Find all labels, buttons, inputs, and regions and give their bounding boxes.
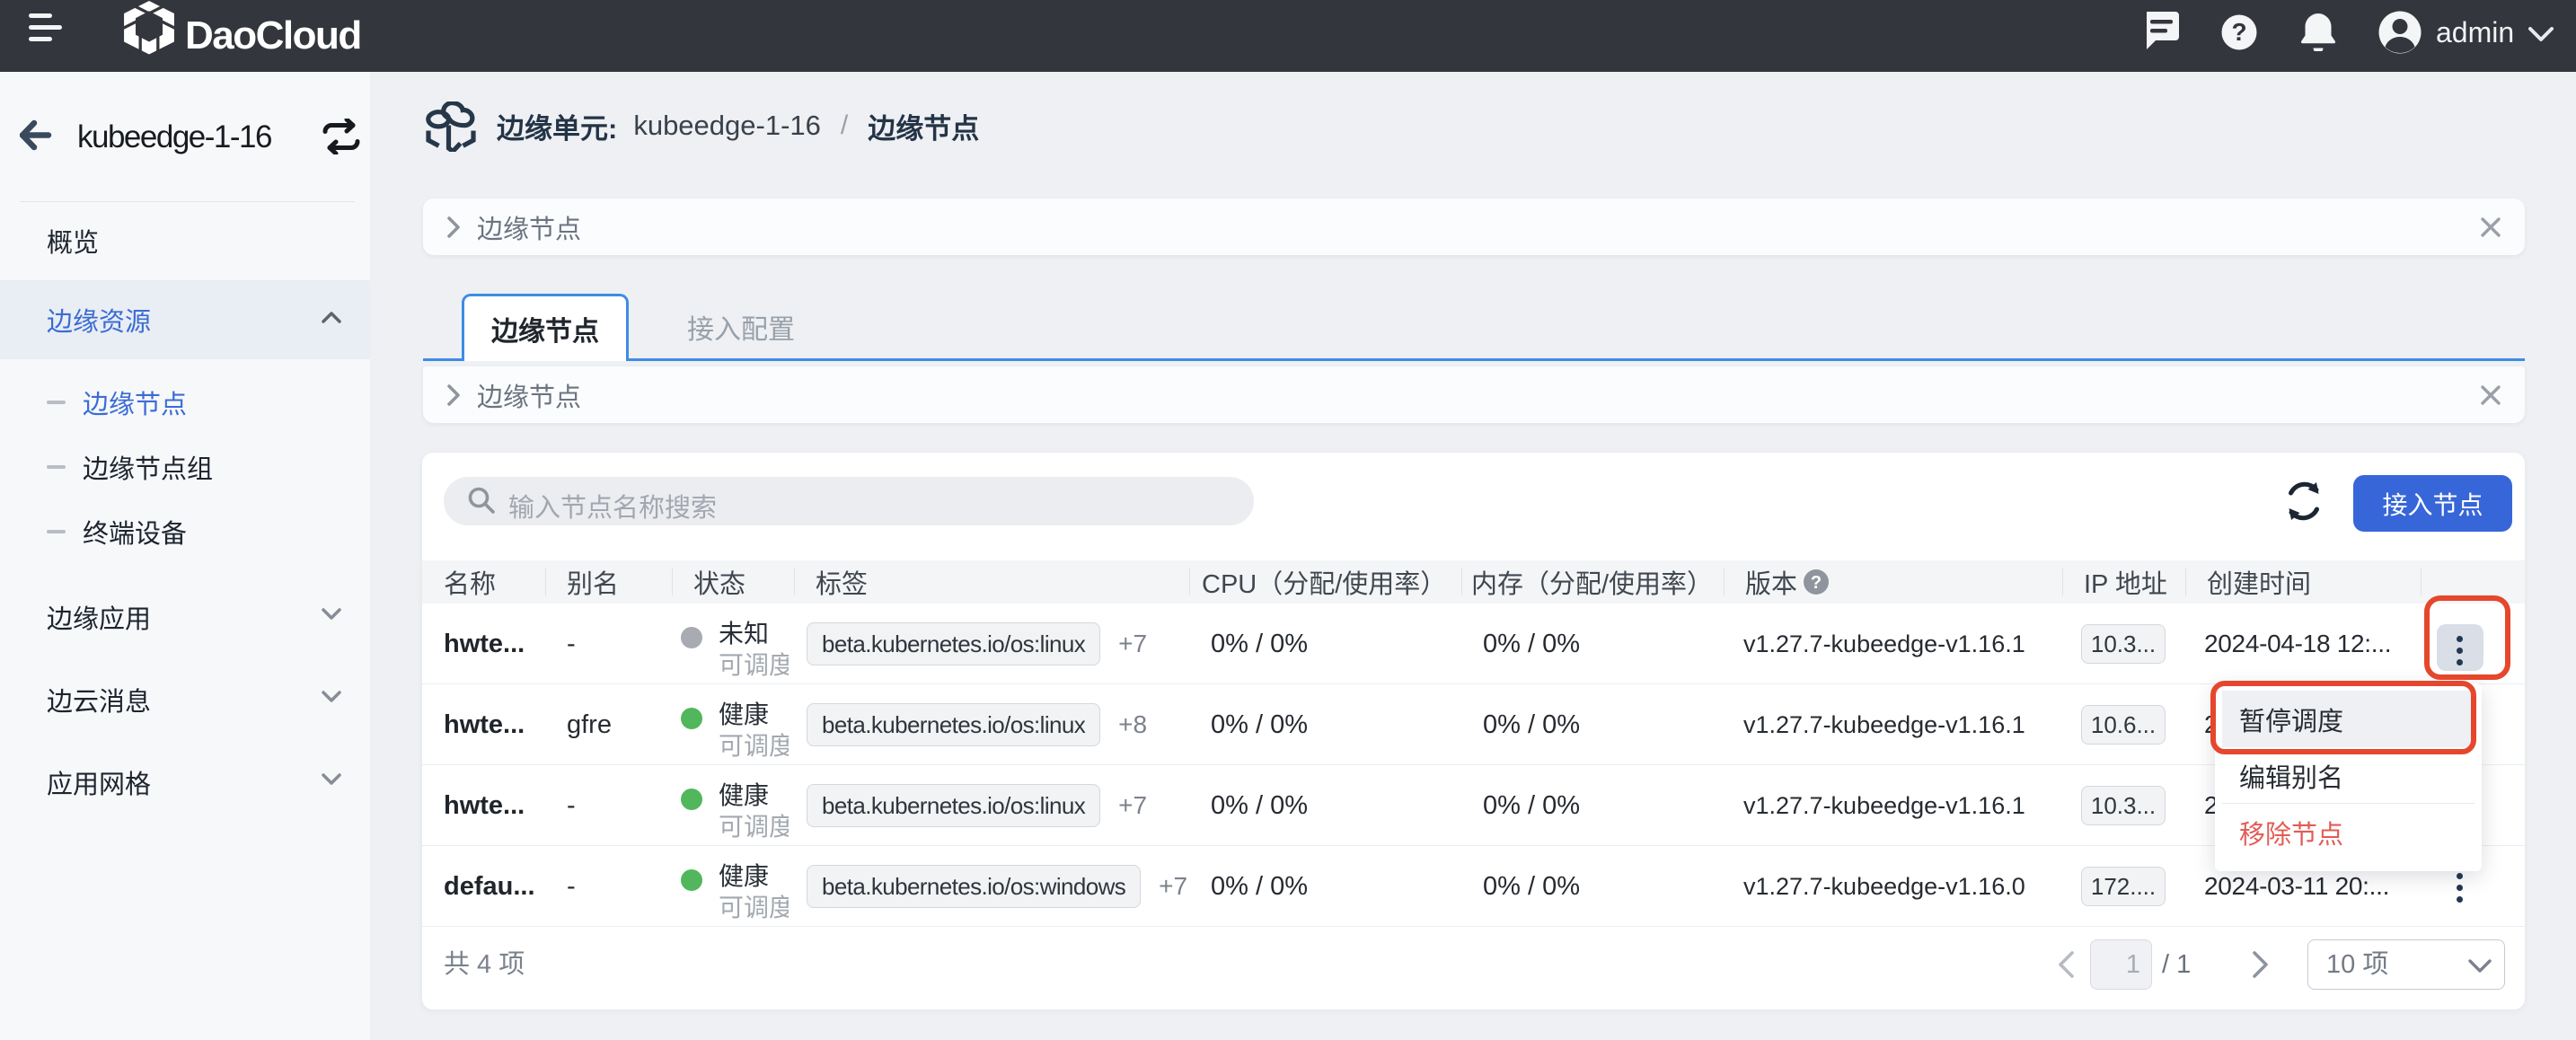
svg-text:?: ? [2231,18,2246,46]
svg-text:?: ? [1811,573,1822,593]
